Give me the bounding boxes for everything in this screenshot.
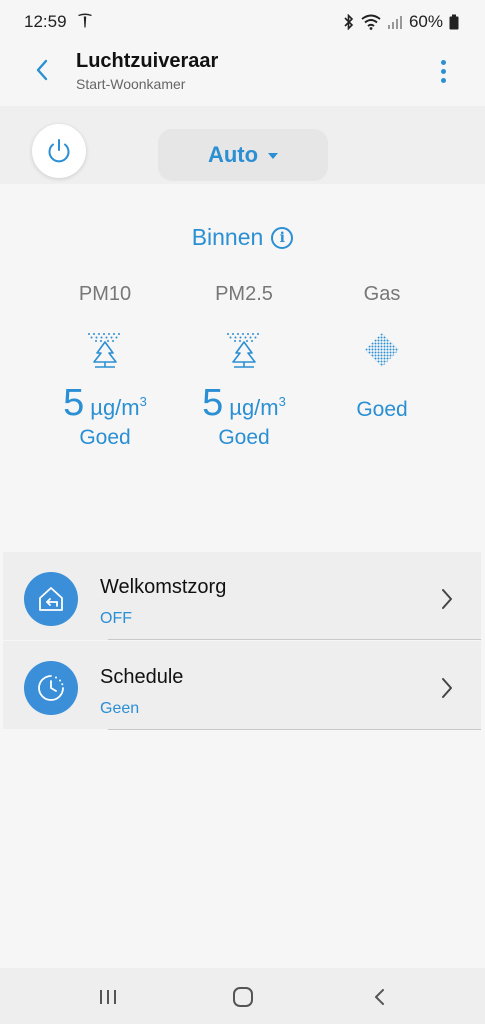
mode-label: Auto: [207, 142, 259, 167]
tree-particles-icon: [227, 333, 259, 368]
battery-icon: [449, 14, 459, 30]
home-icon: [233, 987, 253, 1007]
list-item-title: Schedule: [100, 666, 184, 688]
recents-icon: [100, 990, 116, 1004]
metric-number: 5: [202, 382, 224, 424]
unit-text: µg/m: [90, 395, 140, 420]
back-nav-icon: [375, 989, 384, 1005]
recent-apps-button[interactable]: [90, 980, 126, 1014]
page-subtitle: Start-Woonkamer: [76, 76, 186, 92]
unit-exponent: 3: [278, 394, 286, 409]
tree-particles-icon: [88, 333, 120, 368]
home-return-icon: [24, 572, 78, 626]
power-button[interactable]: [32, 124, 86, 178]
metric-status: Goed: [356, 398, 408, 421]
more-options-button[interactable]: [432, 56, 454, 86]
section-header-binnen: Binnen i: [0, 224, 485, 251]
section-title: Binnen: [191, 224, 264, 250]
metric-value: 5 µg/m3: [164, 382, 324, 424]
metric-status: Goed: [218, 426, 270, 449]
more-dot-icon: [440, 68, 446, 74]
unit-exponent: 3: [139, 394, 147, 409]
more-dot-icon: [440, 77, 446, 83]
metric-label: PM10: [78, 283, 132, 305]
power-icon: [48, 139, 70, 163]
unit-text: µg/m: [229, 395, 279, 420]
metric-number: 5: [63, 382, 85, 424]
metric-status: Goed: [79, 426, 131, 449]
metric-unit: µg/m3: [229, 394, 286, 421]
battery-percent: 60%: [408, 12, 443, 31]
caret-down-icon: [268, 153, 279, 159]
back-button[interactable]: [28, 56, 56, 84]
page-title: Luchtzuiveraar: [76, 50, 219, 72]
status-icons: 60%: [343, 12, 459, 32]
chevron-right-icon: [442, 589, 452, 609]
signal-icon: [387, 16, 402, 29]
info-icon[interactable]: i: [271, 226, 294, 249]
metric-label: PM2.5: [215, 283, 273, 305]
metric-unit: µg/m3: [90, 394, 147, 421]
wifi-icon: [361, 14, 381, 30]
chevron-left-icon: [36, 59, 48, 81]
home-button[interactable]: [225, 980, 261, 1014]
metric-value: 5 µg/m3: [25, 382, 185, 424]
more-dot-icon: [440, 59, 446, 65]
divider: [108, 639, 481, 640]
gas-dots-icon: [365, 333, 399, 367]
divider: [108, 729, 481, 730]
mode-dropdown[interactable]: Auto: [158, 129, 328, 181]
metric-pm10: PM10 5 µg/m3 Goed: [25, 283, 185, 450]
tesla-icon: [78, 13, 92, 28]
list-item-subtitle: OFF: [100, 610, 132, 627]
clock-icon: [24, 661, 78, 715]
back-nav-button[interactable]: [362, 980, 398, 1014]
metric-gas: Gas Goed: [302, 283, 462, 422]
chevron-right-icon: [442, 678, 452, 698]
list-item-subtitle: Geen: [100, 700, 140, 717]
bluetooth-icon: [344, 14, 354, 30]
metric-label: Gas: [363, 283, 401, 305]
metric-pm25: PM2.5 5 µg/m3 Goed: [164, 283, 324, 450]
status-time: 12:59: [24, 12, 67, 31]
list-item-title: Welkomstzorg: [100, 576, 227, 598]
